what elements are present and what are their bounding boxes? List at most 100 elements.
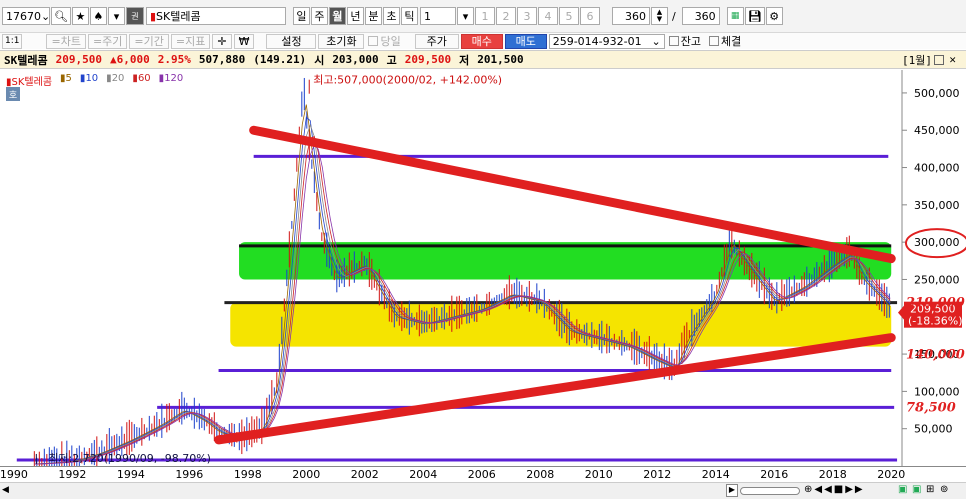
high-label: 고 <box>386 53 397 67</box>
legend-ma-5: ▮5 <box>60 73 72 84</box>
range-button-label: =기간 <box>134 35 164 48</box>
chart-button[interactable]: =차트 <box>46 33 86 49</box>
y-tick-label: 250,000 <box>914 273 960 286</box>
x-tick-label: 2018 <box>818 468 847 481</box>
page-button-1[interactable]: 1 <box>474 7 495 25</box>
save-icon[interactable]: 💾︎ <box>744 7 765 25</box>
spade-icon[interactable]: ♠ <box>89 7 107 25</box>
count-input[interactable]: 360 <box>611 7 650 25</box>
count-stepper[interactable]: ▲ ▼ <box>650 7 668 25</box>
y-tick-label: 450,000 <box>914 124 960 137</box>
chart-scrollbar[interactable]: ◀ ▶ ⊕◀◀■▶▶ ▣ ▣ ⊞ ⊚ <box>0 482 966 499</box>
quote-bar: SK텔레콤 209,500 ▲6,000 2.95% 507,880 (149.… <box>0 50 966 69</box>
quote-change: ▲6,000 <box>109 53 150 66</box>
y-tick-label: 300,000 <box>914 236 960 249</box>
x-tick-label: 1998 <box>233 468 262 481</box>
legend-ma-60-label: 60 <box>137 73 151 84</box>
grid-icon[interactable]: ▦ <box>726 7 744 25</box>
x-tick-label: 2010 <box>584 468 613 481</box>
y-tick-label: 350,000 <box>914 199 960 212</box>
crosshair-icon[interactable]: ✛ <box>212 33 232 49</box>
zoom-slider[interactable] <box>740 487 800 495</box>
reset-button[interactable]: 초기화 <box>318 33 365 49</box>
x-tick-label: 2016 <box>760 468 789 481</box>
checkbox-box[interactable] <box>668 36 679 46</box>
ratio-button[interactable]: 1:1 <box>2 33 23 49</box>
gear-icon[interactable]: ⚙ <box>765 7 783 25</box>
scroll-right-icon[interactable]: ▶ <box>726 484 738 497</box>
search-zoom-icon[interactable]: ⊚ <box>940 484 948 495</box>
tab-period-5[interactable]: 초 <box>382 7 400 25</box>
x-tick-label: 1994 <box>116 468 145 481</box>
current-rate-label: (-18.36%) <box>908 315 963 328</box>
excel-icon[interactable]: ▣ <box>898 484 907 495</box>
count-total: 360 <box>681 7 720 25</box>
page-button-4[interactable]: 4 <box>537 7 558 25</box>
search-icon[interactable]: 🔍︎ <box>51 7 71 25</box>
page-button-3[interactable]: 3 <box>516 7 537 25</box>
settings-button[interactable]: 설정 <box>266 33 317 49</box>
buy-button[interactable]: 매수 <box>460 33 503 49</box>
indicator-button-label: =지표 <box>175 35 206 48</box>
x-tick-label: 2006 <box>467 468 496 481</box>
page-button-2[interactable]: 2 <box>495 7 516 25</box>
star-icon[interactable]: ★ <box>71 7 89 25</box>
stock-code-value: 17670 <box>6 9 41 23</box>
stock-code-input[interactable]: 17670 ⌄ <box>2 7 50 25</box>
legend-ma-20: ▮20 <box>106 73 125 84</box>
tab-period-4[interactable]: 분 <box>364 7 382 25</box>
x-axis: 1990 1992 1994 1996 1998 2000 2002 2004 2006 2008… <box>0 466 966 481</box>
restore-icon[interactable] <box>934 54 944 65</box>
indicator-button[interactable]: =지표 <box>170 33 211 49</box>
account-select[interactable]: 259-014-932-01 ⌄ <box>548 33 665 49</box>
stock-type-badge[interactable]: 권 <box>125 7 144 25</box>
dropdown-arrow-icon[interactable]: ▾ <box>107 7 125 25</box>
y-tick-label: 500,000 <box>914 87 960 100</box>
chart-mode-badge[interactable]: 호 <box>6 87 20 101</box>
y-tick-label: 50,000 <box>914 423 953 436</box>
count-value: 360 <box>624 9 646 23</box>
tab-period-0[interactable]: 일 <box>292 7 310 25</box>
chevron-down-icon[interactable]: ⌄ <box>652 35 661 48</box>
tab-period-3[interactable]: 년 <box>346 7 364 25</box>
today-checkbox[interactable]: 당일 <box>368 33 401 49</box>
won-icon[interactable]: ₩ <box>233 33 255 49</box>
scroll-left-icon[interactable]: ◀ <box>2 485 9 495</box>
export-icon[interactable]: ▣ <box>912 484 921 495</box>
main-toolbar: 17670 ⌄ 🔍︎ ★ ♠ ▾ 권 ▮ SK텔레콤 일주월년분초틱 1 ▾ 123… <box>0 0 966 33</box>
chevron-down-icon[interactable]: ⌄ <box>41 10 50 23</box>
low-value: 201,500 <box>477 53 524 66</box>
interval-dropdown-icon[interactable]: ▾ <box>456 7 474 25</box>
period-button[interactable]: =주기 <box>87 33 128 49</box>
stock-name-field[interactable]: ▮ SK텔레콤 <box>145 7 286 25</box>
filled-checkbox[interactable]: 체결 <box>708 33 741 49</box>
price-button[interactable]: 주가 <box>414 33 459 49</box>
page-button-6[interactable]: 6 <box>579 7 600 25</box>
handwritten-label: 219,000 <box>905 296 965 311</box>
price-chart[interactable]: 500,000 450,000 400,000 350,000 300,000 250,0… <box>0 70 966 466</box>
quote-volume-ratio: (149.21) <box>253 53 307 66</box>
tab-period-1[interactable]: 주 <box>310 7 328 25</box>
range-button[interactable]: =기간 <box>129 33 169 49</box>
tab-period-6[interactable]: 틱 <box>400 7 418 25</box>
quote-price: 209,500 <box>55 53 102 66</box>
tab-period-2[interactable]: 월 <box>328 7 346 25</box>
yellow-band <box>230 302 892 347</box>
open-label: 시 <box>314 53 325 67</box>
high-annotation: 최고:507,000(2000/02, +142.00%) <box>313 74 502 87</box>
low-label: 저 <box>459 53 470 67</box>
x-tick-label: 2008 <box>526 468 555 481</box>
page-button-5[interactable]: 5 <box>558 7 579 25</box>
interval-input[interactable]: 1 <box>419 7 456 25</box>
balance-checkbox[interactable]: 잔고 <box>668 33 701 49</box>
navigation-icons[interactable]: ⊕◀◀■▶▶ <box>804 484 865 495</box>
quote-stock-name: SK텔레콤 <box>4 53 48 67</box>
checkbox-box[interactable] <box>368 36 379 46</box>
close-icon[interactable]: ✕ <box>949 53 956 66</box>
checkbox-box[interactable] <box>708 36 719 46</box>
legend-ma-5-label: 5 <box>65 73 72 84</box>
account-value: 259-014-932-01 <box>552 34 642 48</box>
sell-button[interactable]: 매도 <box>504 33 547 49</box>
y-tick-label: 400,000 <box>914 162 960 175</box>
print-icon[interactable]: ⊞ <box>926 484 934 495</box>
